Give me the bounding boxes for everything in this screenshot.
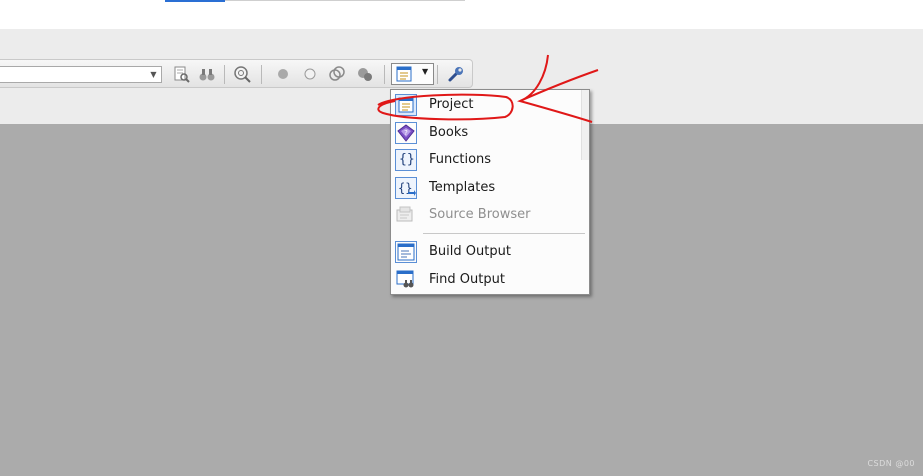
kill-all-breakpoints-icon[interactable]	[356, 65, 374, 83]
books-icon: ?	[395, 122, 417, 144]
project-window-icon	[396, 66, 412, 82]
menu-item-label: Find Output	[429, 272, 505, 287]
toolbar-separator	[261, 65, 262, 84]
build-output-icon	[395, 241, 417, 263]
menu-separator	[423, 233, 585, 234]
templates-icon: {}	[395, 177, 417, 199]
document-search-icon[interactable]	[172, 65, 190, 83]
breakpoint-disabled-icon[interactable]	[301, 65, 319, 83]
toolbar-separator	[437, 65, 438, 84]
menu-item-templates[interactable]: {} Templates	[391, 174, 586, 201]
target-combo[interactable]: ▼	[0, 66, 162, 83]
chevron-down-icon[interactable]: ▼	[148, 68, 159, 81]
source-browser-icon	[395, 204, 417, 226]
top-white-strip	[0, 0, 923, 29]
menu-item-books[interactable]: ? Books	[391, 119, 586, 146]
watermark: CSDN @00	[867, 459, 915, 468]
menu-item-label: Source Browser	[429, 207, 531, 222]
find-in-files-icon[interactable]	[233, 65, 251, 83]
menu-item-project[interactable]: Project	[391, 91, 586, 118]
window-menu-dropdown-button[interactable]: ▼	[391, 63, 434, 85]
kill-breakpoints-icon[interactable]	[328, 65, 346, 83]
window-menu: Project ? Books {} Functions {} Template…	[390, 89, 590, 295]
menu-item-functions[interactable]: {} Functions	[391, 146, 586, 173]
find-output-icon	[395, 269, 417, 291]
toolbar-separator	[224, 65, 225, 84]
menu-item-label: Books	[429, 125, 469, 140]
chevron-down-icon: ▼	[422, 67, 429, 76]
menu-item-label: Templates	[429, 180, 496, 195]
tab-underline	[165, 0, 225, 2]
menu-item-label: Functions	[429, 152, 492, 167]
menu-item-source-browser[interactable]: Source Browser	[391, 201, 586, 228]
breakpoint-icon[interactable]	[274, 65, 292, 83]
menu-item-build-output[interactable]: Build Output	[391, 238, 586, 265]
menu-item-label: Project	[429, 97, 474, 112]
wrench-icon[interactable]	[447, 65, 465, 83]
binoculars-icon[interactable]	[198, 65, 216, 83]
toolbar-separator	[384, 65, 385, 84]
svg-text:?: ?	[404, 129, 408, 137]
tab-divider	[225, 0, 465, 1]
menu-item-find-output[interactable]: Find Output	[391, 266, 586, 293]
menu-item-label: Build Output	[429, 244, 511, 259]
project-window-icon	[395, 94, 417, 116]
functions-braces-icon: {}	[395, 149, 417, 171]
